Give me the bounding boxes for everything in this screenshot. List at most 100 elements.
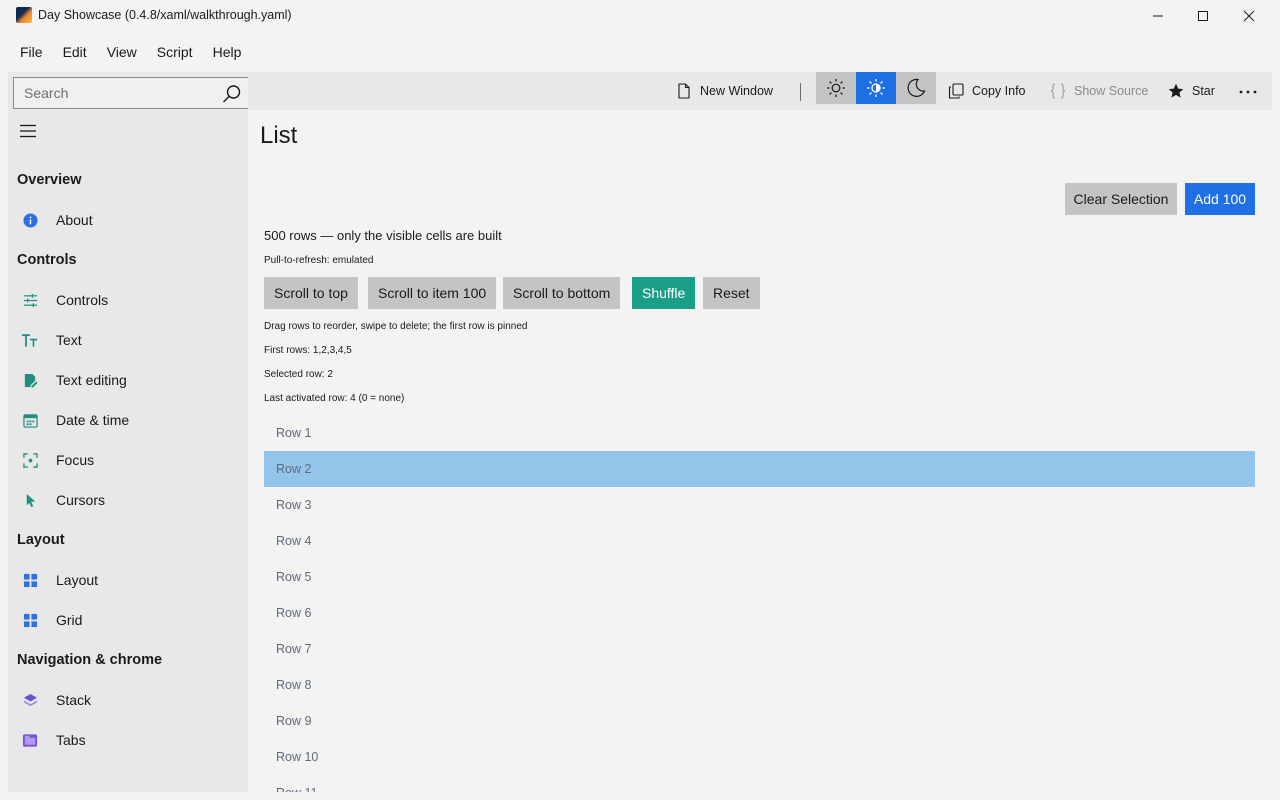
document-icon — [678, 83, 690, 99]
table-row[interactable]: Row 1 — [264, 415, 1255, 451]
nav-header-overview: Overview — [17, 172, 82, 188]
shuffle-button[interactable]: Shuffle — [632, 277, 696, 309]
menu-help[interactable]: Help — [203, 36, 252, 68]
sidebar-item-label: Grid — [56, 612, 83, 628]
braces-icon — [1050, 83, 1066, 99]
copy-info-label: Copy Info — [972, 84, 1026, 98]
title-bar: Day Showcase (0.4.8/xaml/walkthrough.yam… — [0, 0, 1280, 32]
close-icon — [1243, 10, 1255, 22]
table-row[interactable]: Row 2 — [264, 451, 1255, 487]
table-row[interactable]: Row 5 — [264, 559, 1255, 595]
sidebar-item-layout[interactable]: Layout — [8, 560, 248, 600]
maximize-button[interactable] — [1180, 0, 1226, 32]
show-source-button[interactable]: Show Source — [1050, 72, 1148, 110]
star-icon — [1168, 83, 1184, 98]
table-row[interactable]: Row 4 — [264, 523, 1255, 559]
tabs-icon — [22, 732, 38, 748]
close-button[interactable] — [1226, 0, 1272, 32]
table-row[interactable]: Row 6 — [264, 595, 1255, 631]
menu-script[interactable]: Script — [147, 36, 203, 68]
sidebar-item-text[interactable]: Text — [8, 320, 248, 360]
nav-header-navigation-chrome: Navigation & chrome — [17, 652, 163, 668]
layout-grid-icon — [22, 572, 38, 588]
sidebar-item-label: Stack — [56, 692, 92, 708]
light-theme-button[interactable] — [816, 72, 856, 104]
maximize-icon — [1198, 11, 1208, 21]
last-activated-status: Last activated row: 4 (0 = none) — [264, 393, 405, 404]
sidebar-item-label: Cursors — [56, 492, 106, 508]
sidebar-item-label: Controls — [56, 292, 109, 308]
drag-hint: Drag rows to reorder, swipe to delete; t… — [264, 321, 528, 332]
more-icon — [1239, 90, 1257, 94]
edit-document-icon — [22, 372, 38, 388]
clear-selection-button[interactable]: Clear Selection — [1065, 183, 1177, 215]
table-row[interactable]: Row 11 — [264, 775, 1255, 792]
sidebar-item-about[interactable]: About — [8, 200, 248, 240]
hamburger-menu-icon[interactable] — [19, 122, 37, 140]
copy-info-button[interactable]: Copy Info — [948, 72, 1026, 110]
sidebar-item-text-editing[interactable]: Text editing — [8, 360, 248, 400]
stack-icon — [22, 692, 38, 708]
search-icon[interactable] — [222, 84, 242, 104]
rows-summary: 500 rows — only the visible cells are bu… — [264, 228, 502, 243]
table-row[interactable]: Row 8 — [264, 667, 1255, 703]
toolbar: New Window Copy Info Show Source Star — [248, 72, 1272, 110]
new-window-button[interactable]: New Window — [676, 72, 773, 110]
sidebar-item-date-time[interactable]: Date & time — [8, 400, 248, 440]
table-row[interactable]: Row 7 — [264, 631, 1255, 667]
calendar-icon — [22, 412, 38, 428]
add-100-button[interactable]: Add 100 — [1185, 183, 1255, 215]
sidebar-item-label: Date & time — [56, 412, 130, 428]
nav-header-controls: Controls — [17, 252, 77, 268]
reset-button[interactable]: Reset — [703, 277, 760, 309]
sidebar-item-controls[interactable]: Controls — [8, 280, 248, 320]
grid-icon — [22, 612, 38, 628]
table-row[interactable]: Row 9 — [264, 703, 1255, 739]
menu-view[interactable]: View — [97, 36, 147, 68]
sidebar-item-label: Text — [56, 332, 82, 348]
row-list[interactable]: Row 1 Row 2 Row 3 Row 4 Row 5 Row 6 Row … — [264, 415, 1255, 792]
minimize-button[interactable] — [1135, 0, 1181, 32]
more-options-button[interactable] — [1238, 72, 1266, 110]
search-box — [13, 77, 251, 109]
menu-bar: File Edit View Script Help — [0, 36, 251, 68]
search-input[interactable] — [14, 78, 214, 108]
minimize-icon — [1153, 15, 1163, 17]
cursor-icon — [22, 492, 38, 508]
main-content: List Clear Selection Add 100 500 rows — … — [248, 110, 1272, 792]
sidebar-item-stack[interactable]: Stack — [8, 680, 248, 720]
info-icon — [22, 212, 38, 228]
scroll-to-item-100-button[interactable]: Scroll to item 100 — [368, 277, 497, 309]
sidebar-item-tabs[interactable]: Tabs — [8, 720, 248, 760]
sidebar-item-grid[interactable]: Grid — [8, 600, 248, 640]
dark-theme-button[interactable] — [896, 72, 936, 104]
sidebar-item-cursors[interactable]: Cursors — [8, 480, 248, 520]
menu-edit[interactable]: Edit — [53, 36, 97, 68]
new-window-label: New Window — [700, 84, 773, 98]
sidebar-item-label: Layout — [56, 572, 99, 588]
sidebar: Overview About Controls Controls Text Te… — [8, 72, 251, 792]
app-icon — [16, 7, 32, 23]
nav-header-layout: Layout — [17, 532, 65, 548]
table-row[interactable]: Row 3 — [264, 487, 1255, 523]
sidebar-item-label: Text editing — [56, 372, 127, 388]
sidebar-item-label: Focus — [56, 452, 95, 468]
text-size-icon — [22, 332, 38, 348]
system-theme-button[interactable] — [856, 72, 896, 104]
first-rows-status: First rows: 1,2,3,4,5 — [264, 345, 352, 356]
moon-icon — [907, 78, 926, 97]
scroll-to-top-button[interactable]: Scroll to top — [264, 277, 358, 309]
table-row[interactable]: Row 10 — [264, 739, 1255, 775]
menu-file[interactable]: File — [10, 36, 53, 68]
page-title: List — [260, 122, 298, 149]
star-label: Star — [1192, 84, 1215, 98]
show-source-label: Show Source — [1074, 84, 1149, 98]
pull-to-refresh-status: Pull-to-refresh: emulated — [264, 255, 374, 266]
contrast-sun-icon — [867, 79, 885, 97]
scroll-to-bottom-button[interactable]: Scroll to bottom — [503, 277, 621, 309]
toolbar-separator — [800, 83, 801, 101]
sidebar-item-focus[interactable]: Focus — [8, 440, 248, 480]
sliders-icon — [22, 292, 38, 308]
sun-icon — [827, 79, 845, 97]
star-button[interactable]: Star — [1168, 72, 1215, 110]
